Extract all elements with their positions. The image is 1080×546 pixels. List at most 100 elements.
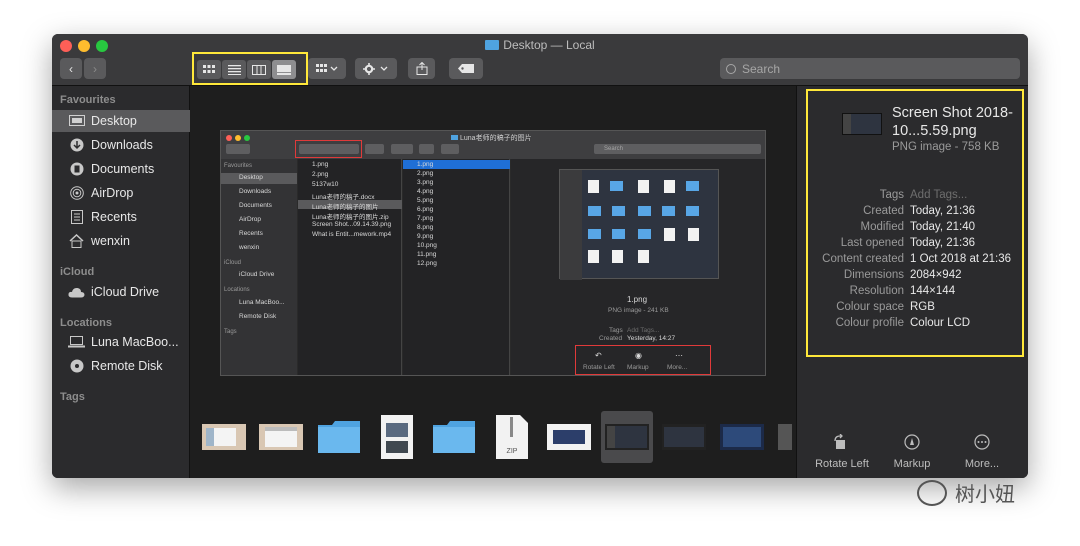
recents-icon: [68, 210, 85, 224]
inner-zoom-dot: [244, 135, 250, 141]
inner-sidebar-header: Favourites: [224, 163, 253, 169]
action-menu-button[interactable]: [355, 58, 397, 79]
icon-grid-icon: [203, 64, 215, 73]
search-input[interactable]: Search: [742, 62, 780, 76]
window-title: Desktop — Local: [52, 38, 1028, 52]
inner-file-item: 4.png: [417, 188, 434, 195]
inner-close-dot: [226, 135, 232, 141]
inner-file-item: 2.png: [417, 170, 434, 177]
sidebar-item-recents[interactable]: Recents: [52, 206, 190, 228]
inner-view-buttons: [299, 144, 359, 154]
desktop-icon: [68, 115, 85, 128]
inner-created-value: Yesterday, 14:27: [627, 335, 676, 342]
tags-button[interactable]: [449, 58, 483, 79]
inner-tags-label: Tags: [609, 327, 623, 334]
inner-sidebar-item: Documents: [239, 202, 272, 209]
thumbnail-item-selected[interactable]: [601, 411, 653, 463]
thumbnail-item[interactable]: [719, 411, 765, 463]
markup-icon: [904, 434, 920, 450]
inner-file-item: 2.png: [312, 171, 329, 178]
inner-window-title: Luna老师的稿子的图片: [451, 133, 532, 143]
inner-sidebar-header: iCloud: [224, 260, 242, 266]
inner-action-rotate: Rotate Left: [583, 364, 615, 371]
gallery-view-button[interactable]: [272, 60, 296, 79]
sidebar-item-desktop[interactable]: Desktop: [52, 110, 190, 132]
inner-column-2: 1.png 2.png 3.png 4.png 5.png 6.png 7.pn…: [403, 159, 510, 375]
file-thumbnail-icon: [842, 113, 882, 135]
share-button[interactable]: [408, 58, 435, 79]
sidebar-item-wenxin[interactable]: wenxin: [52, 230, 190, 252]
thumbnail-item[interactable]: [546, 411, 592, 463]
inner-search-field: Search: [594, 144, 761, 154]
sidebar-item-airdrop[interactable]: AirDrop: [52, 182, 190, 204]
download-icon: [68, 138, 85, 152]
columns-icon: [252, 64, 266, 75]
inner-sidebar-item: AirDrop: [239, 216, 262, 223]
inner-column-1: 1.png 2.png 5137w10 Luna老师的稿子.docx Luna老…: [298, 159, 402, 375]
inner-minimize-dot: [235, 135, 241, 141]
icon-view-button[interactable]: [197, 60, 221, 79]
search-field[interactable]: Search: [720, 58, 1020, 79]
forward-button[interactable]: ›: [84, 58, 106, 79]
meta-row-tags: Tags Add Tags...: [879, 189, 968, 201]
inner-action-markup: Markup: [627, 364, 649, 371]
sidebar: Favourites Desktop Downloads Documents A…: [52, 86, 190, 478]
sidebar-item-luna-macbook[interactable]: Luna MacBoo...: [52, 331, 190, 353]
sidebar-item-documents[interactable]: Documents: [52, 158, 190, 180]
inner-sidebar: Favourites Desktop Downloads Documents A…: [221, 159, 297, 375]
folder-icon: [318, 421, 360, 453]
thumbnail-item[interactable]: [775, 411, 795, 463]
meta-row-modified: Modified Today, 21:40: [860, 221, 976, 233]
inner-preview-name: 1.png: [627, 295, 648, 304]
meta-row-colour-space: Colour space RGB: [836, 301, 935, 313]
file-name: Screen Shot 2018-10...5.59.png: [892, 105, 1013, 139]
watermark: 树小妞: [917, 478, 1015, 507]
screenshot-thumbnail-icon: [662, 424, 706, 450]
thumbnail-item[interactable]: [201, 411, 247, 463]
sidebar-item-icloud-drive[interactable]: iCloud Drive: [52, 281, 190, 303]
inner-action-more: More...: [667, 364, 688, 371]
inner-sidebar-item: Desktop: [239, 174, 263, 181]
meta-row-dimensions: Dimensions 2084×942: [843, 269, 962, 281]
cloud-icon: [68, 286, 85, 299]
inner-file-item: 1.png: [312, 161, 329, 168]
inner-tags-value: Add Tags...: [627, 327, 660, 334]
sidebar-header-favourites: Favourites: [60, 94, 116, 106]
inner-tag-button: [441, 144, 459, 154]
gallery-preview-image[interactable]: Luna老师的稿子的图片 Search Favourites Desktop D…: [220, 130, 766, 376]
meta-row-colour-profile: Colour profile Colour LCD: [835, 317, 971, 329]
list-view-button[interactable]: [222, 60, 246, 79]
add-tags-field[interactable]: Add Tags...: [910, 189, 967, 201]
inner-file-item: Luna老师的稿子.docx: [312, 194, 375, 201]
inner-file-item: 8.png: [417, 224, 434, 231]
more-icon: [974, 434, 990, 450]
sidebar-header-icloud: iCloud: [60, 266, 95, 278]
thumbnail-item[interactable]: [258, 411, 304, 463]
thumbnail-item[interactable]: ZIP: [494, 411, 530, 463]
inner-file-item: 11.png: [417, 251, 437, 258]
inner-file-item: 12.png: [417, 260, 437, 267]
inner-thumb-sidebar: [560, 170, 582, 280]
document-icon: [68, 162, 85, 176]
sidebar-item-downloads[interactable]: Downloads: [52, 134, 190, 156]
screenshot-thumbnail-icon: [720, 424, 764, 450]
thumbnail-item[interactable]: [316, 411, 362, 463]
inner-sidebar-item: Luna MacBoo...: [239, 299, 285, 306]
meta-row-last-opened: Last opened Today, 21:36: [840, 237, 976, 249]
inner-preview-thumbnail: [559, 169, 719, 280]
info-highlight: Screen Shot 2018-10...5.59.png PNG image…: [806, 89, 1024, 357]
rotate-left-icon: [834, 434, 845, 449]
thumbnail-item[interactable]: [431, 411, 477, 463]
inner-file-item: What is Entit...mework.mp4: [312, 231, 392, 238]
zip-archive-icon: ZIP: [496, 415, 528, 459]
disk-icon: [68, 359, 85, 373]
inner-file-item: 5137w10: [312, 181, 339, 188]
inner-sidebar-item: Downloads: [239, 188, 272, 195]
sidebar-item-remote-disk[interactable]: Remote Disk: [52, 355, 190, 377]
thumbnail-item[interactable]: [661, 411, 707, 463]
thumbnail-item[interactable]: [379, 411, 415, 463]
column-view-button[interactable]: [247, 60, 271, 79]
back-button[interactable]: ‹: [60, 58, 82, 79]
inner-preview-pane: 1.png PNG image - 241 KB Tags Add Tags..…: [511, 159, 765, 375]
group-by-button[interactable]: [308, 58, 346, 79]
